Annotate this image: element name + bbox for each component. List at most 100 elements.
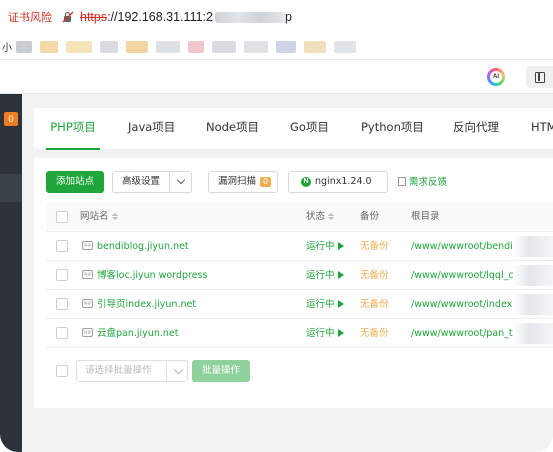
root-path-cell[interactable]: /www/wwwroot/pan_t: [411, 319, 513, 348]
root-path-cell[interactable]: /www/wwwroot/lqql_c: [411, 261, 514, 290]
column-header-name[interactable]: 网站名: [80, 202, 118, 232]
status-cell[interactable]: 运行中: [306, 232, 344, 261]
ai-icon-text: AI: [490, 71, 502, 83]
play-icon[interactable]: [337, 299, 344, 308]
nginx-version-label: nginx1.24.0: [315, 176, 372, 187]
bookmark-blurred[interactable]: [40, 40, 58, 53]
vulnerability-scan-button[interactable]: 漏洞扫描 0: [208, 171, 278, 193]
site-type-icon: PHP: [82, 241, 93, 250]
site-name-cell[interactable]: PHP 博客loc.jiyun wordpress: [82, 261, 207, 290]
site-name-cell[interactable]: PHP 云盘pan.jiyun.net: [82, 319, 178, 348]
bookmark-blurred[interactable]: [66, 40, 92, 53]
ai-assistant-icon[interactable]: AI: [487, 68, 505, 86]
column-header-root: 根目录: [411, 211, 440, 222]
site-name-cell[interactable]: PHP 引导页index.jiyun.net: [82, 290, 196, 319]
site-type-icon: PHP: [82, 270, 93, 279]
reading-list-icon[interactable]: [526, 66, 553, 88]
table-row: PHP 云盘pan.jiyun.net 运行中 无备份 /www/wwwroot/…: [46, 319, 553, 348]
bookmark-blurred[interactable]: [126, 40, 148, 53]
advanced-settings-label: 高级设置: [122, 176, 161, 187]
bookmark-blurred[interactable]: [100, 40, 118, 53]
feedback-link[interactable]: 需求反馈: [398, 174, 447, 188]
sidebar-badge[interactable]: 0: [4, 112, 18, 126]
sidebar-active-item[interactable]: [0, 174, 22, 202]
url-text[interactable]: https://192.168.31.111:2 p: [80, 10, 292, 24]
backup-cell[interactable]: 无备份: [360, 290, 389, 319]
feedback-label: 需求反馈: [409, 177, 448, 188]
tab-python[interactable]: Python项目: [361, 108, 424, 150]
cert-warning[interactable]: 证书风险: [8, 9, 52, 25]
root-path-cell[interactable]: /www/wwwroot/index: [411, 290, 512, 319]
scan-count-badge: 0: [260, 176, 272, 187]
column-name-label: 网站名: [80, 211, 109, 222]
tab-html[interactable]: HTM: [531, 108, 553, 150]
batch-operation-button[interactable]: 批量操作: [192, 360, 250, 382]
main-content: PHP项目 Java项目 Node项目 Go项目 Python项目 反向代理 H…: [34, 108, 553, 452]
select-all-checkbox[interactable]: [56, 211, 68, 223]
redacted-overlay: [513, 236, 553, 257]
site-name[interactable]: 引导页index.jiyun.net: [97, 299, 196, 310]
backup-cell[interactable]: 无备份: [360, 261, 389, 290]
row-checkbox[interactable]: [56, 327, 68, 339]
bookmark-blurred[interactable]: [16, 40, 32, 53]
site-name[interactable]: bendiblog.jiyun.net: [97, 241, 189, 252]
batch-select-checkbox[interactable]: [56, 365, 68, 377]
url-tail: p: [285, 10, 292, 24]
sort-icon[interactable]: [328, 213, 335, 220]
backup-cell[interactable]: 无备份: [360, 319, 389, 348]
bookmark-blurred[interactable]: [334, 40, 356, 53]
url-scheme: https: [80, 10, 108, 24]
column-header-status[interactable]: 状态: [306, 202, 335, 232]
bookmark-blurred[interactable]: [156, 40, 180, 53]
advanced-settings-button[interactable]: 高级设置: [112, 171, 192, 193]
select-divider: [166, 361, 167, 381]
status-cell[interactable]: 运行中: [306, 290, 344, 319]
bookmark-label[interactable]: 小: [2, 39, 12, 54]
site-type-icon: PHP: [82, 299, 93, 308]
site-name[interactable]: 博客loc.jiyun wordpress: [97, 270, 207, 281]
status-cell[interactable]: 运行中: [306, 261, 344, 290]
play-icon[interactable]: [337, 241, 344, 250]
batch-operation-select[interactable]: 请选择批量操作: [76, 360, 188, 382]
site-name[interactable]: 云盘pan.jiyun.net: [97, 328, 178, 339]
chevron-down-icon[interactable]: [176, 175, 186, 185]
play-icon[interactable]: [337, 270, 344, 279]
table-row: PHP 博客loc.jiyun wordpress 运行中 无备份 /www/ww…: [46, 261, 553, 290]
tab-reverse-proxy[interactable]: 反向代理: [453, 108, 499, 150]
nginx-version-button[interactable]: Nnginx1.24.0: [288, 171, 388, 193]
scan-label: 漏洞扫描: [218, 176, 257, 187]
insecure-lock-icon[interactable]: [62, 11, 74, 23]
batch-actions-bar: 请选择批量操作 批量操作: [46, 358, 553, 386]
nginx-icon: N: [301, 176, 311, 187]
root-path-cell[interactable]: /www/wwwroot/bendi: [411, 232, 513, 261]
redacted-overlay: [513, 294, 553, 315]
bookmark-blurred[interactable]: [212, 40, 236, 53]
add-site-button[interactable]: 添加站点: [46, 171, 104, 193]
bookmark-blurred[interactable]: [304, 40, 326, 53]
bookmark-blurred[interactable]: [188, 40, 204, 53]
chevron-down-icon: [173, 364, 184, 375]
row-checkbox[interactable]: [56, 298, 68, 310]
sort-icon[interactable]: [111, 213, 118, 220]
bookmark-blurred[interactable]: [244, 40, 268, 53]
tab-php[interactable]: PHP项目: [46, 108, 100, 150]
play-icon[interactable]: [337, 328, 344, 337]
tab-java[interactable]: Java项目: [128, 108, 175, 150]
bookmark-blurred[interactable]: [276, 40, 296, 53]
backup-cell[interactable]: 无备份: [360, 232, 389, 261]
browser-toolbar: AI: [0, 60, 553, 94]
status-cell[interactable]: 运行中: [306, 319, 344, 348]
row-checkbox[interactable]: [56, 240, 68, 252]
redacted-overlay: [513, 265, 553, 286]
tab-node[interactable]: Node项目: [206, 108, 259, 150]
site-name-cell[interactable]: PHP bendiblog.jiyun.net: [82, 232, 189, 261]
column-status-label: 状态: [306, 211, 326, 222]
redacted-url: [215, 12, 285, 24]
row-checkbox[interactable]: [56, 269, 68, 281]
url-host: ://192.168.31.111:2: [107, 10, 213, 24]
address-bar[interactable]: 证书风险 https://192.168.31.111:2 p: [0, 0, 553, 34]
status-label: 运行中: [306, 328, 335, 339]
edit-icon: [398, 177, 406, 186]
batch-select-placeholder: 请选择批量操作: [85, 365, 152, 376]
tab-go[interactable]: Go项目: [290, 108, 329, 150]
